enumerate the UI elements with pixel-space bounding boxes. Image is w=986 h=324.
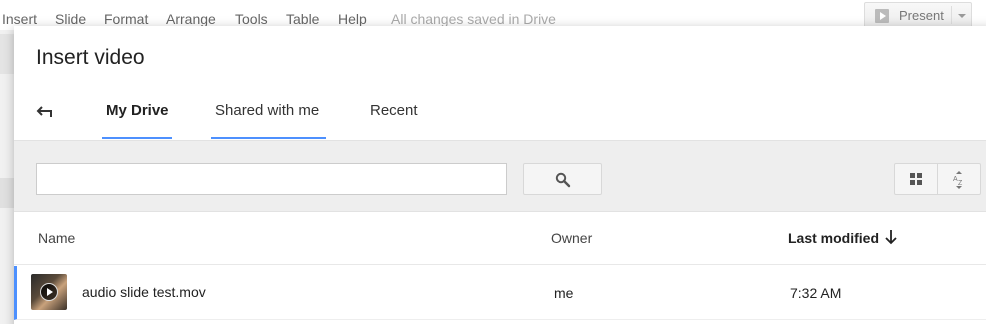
tab-my-drive-underline (102, 137, 172, 139)
background-panel (0, 34, 14, 74)
file-owner: me (554, 285, 574, 301)
sort-button[interactable]: A Z (937, 163, 981, 195)
column-name[interactable]: Name (38, 230, 75, 246)
grid-view-button[interactable] (894, 163, 938, 195)
play-icon (40, 283, 58, 301)
menu-arrange[interactable]: Arrange (166, 11, 216, 27)
present-button[interactable]: Present (864, 2, 972, 28)
menu-slide[interactable]: Slide (55, 11, 86, 27)
grid-view-icon (910, 173, 922, 185)
present-divider (951, 6, 952, 24)
background-panel (0, 178, 14, 208)
search-input[interactable] (36, 163, 507, 195)
menu-help[interactable]: Help (338, 11, 367, 27)
search-button[interactable] (523, 163, 602, 195)
insert-video-dialog: Insert video My Drive Shared with me Rec… (14, 26, 986, 324)
search-icon (555, 172, 571, 188)
column-owner[interactable]: Owner (551, 230, 592, 246)
video-thumbnail (31, 274, 67, 310)
chevron-down-icon[interactable] (958, 14, 966, 18)
column-last-modified[interactable]: Last modified (788, 230, 879, 246)
tab-shared-with-me[interactable]: Shared with me (215, 102, 319, 119)
table-row[interactable]: audio slide test.mov me 7:32 AM (14, 266, 986, 320)
tab-recent[interactable]: Recent (370, 102, 418, 119)
tab-shared-underline (211, 137, 326, 139)
menu-table[interactable]: Table (286, 11, 319, 27)
present-label: Present (899, 8, 944, 23)
menu-insert[interactable]: Insert (2, 11, 37, 27)
menu-format[interactable]: Format (104, 11, 148, 27)
search-toolbar: A Z (14, 140, 986, 212)
dialog-title: Insert video (36, 46, 145, 69)
file-modified: 7:32 AM (790, 285, 842, 301)
tab-my-drive[interactable]: My Drive (106, 102, 169, 119)
save-status: All changes saved in Drive (391, 11, 556, 27)
file-table-header: Name Owner Last modified (14, 212, 986, 265)
sort-az-icon: A Z (953, 171, 963, 189)
play-icon (875, 9, 889, 23)
menu-tools[interactable]: Tools (235, 11, 268, 27)
svg-text:Z: Z (958, 180, 963, 187)
arrow-down-icon[interactable] (884, 229, 898, 245)
file-name: audio slide test.mov (82, 284, 206, 300)
back-arrow-icon[interactable] (36, 104, 56, 120)
